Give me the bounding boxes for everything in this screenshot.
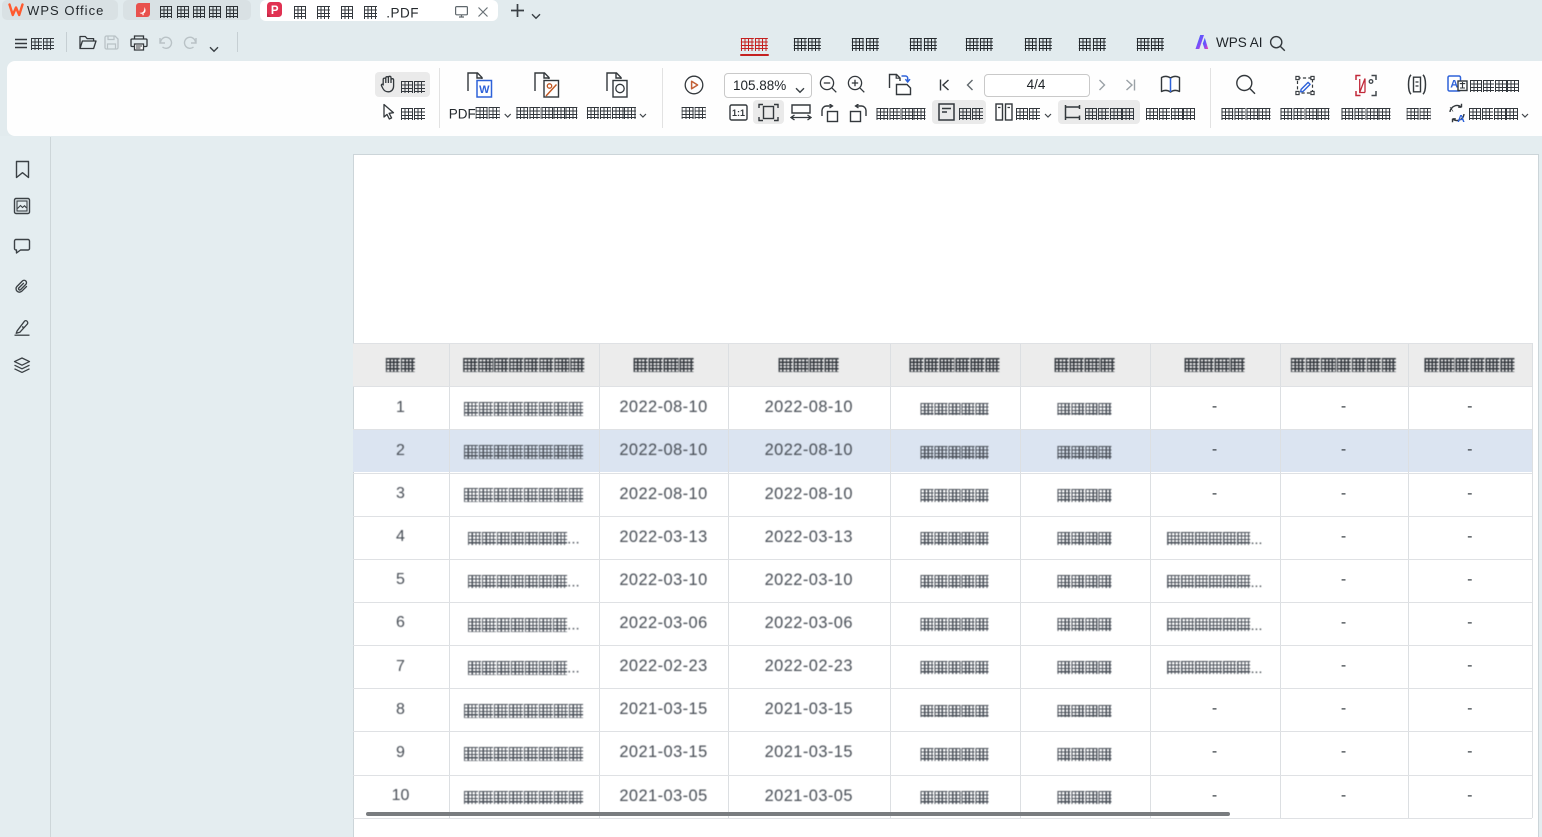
svg-text:1:1: 1:1: [732, 108, 745, 118]
svg-text:A: A: [1450, 79, 1458, 91]
svg-text:W: W: [479, 84, 490, 96]
svg-text:P: P: [271, 5, 279, 17]
svg-text:A: A: [1457, 113, 1465, 123]
svg-text:x: x: [1450, 105, 1454, 114]
